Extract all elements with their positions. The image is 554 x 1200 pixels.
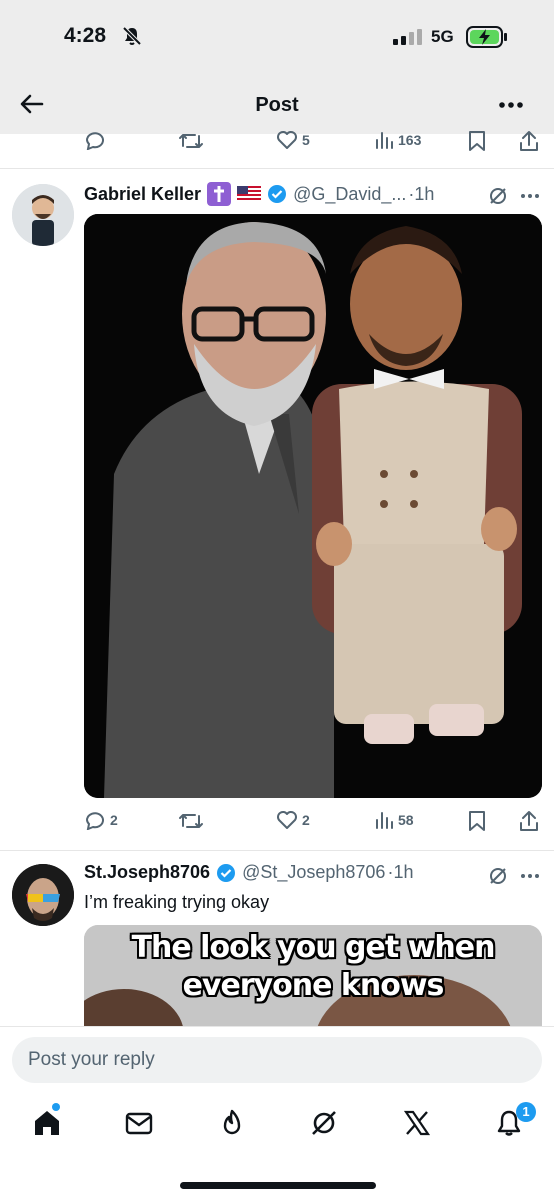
divider bbox=[0, 850, 554, 851]
divider bbox=[0, 168, 554, 169]
battery-charging-icon bbox=[466, 26, 507, 48]
post-time: ·1h bbox=[408, 183, 435, 204]
tweet-text: I’m freaking trying okay bbox=[84, 892, 270, 912]
avatar-image bbox=[12, 864, 74, 926]
repost-button[interactable] bbox=[178, 810, 204, 832]
avatar[interactable] bbox=[12, 184, 74, 246]
meme-caption-line1: The look you get when bbox=[131, 930, 496, 965]
grok-icon[interactable] bbox=[488, 186, 508, 206]
verified-badge-icon bbox=[268, 185, 287, 203]
home-new-indicator bbox=[52, 1103, 60, 1111]
post-actions: 2 2 58 bbox=[0, 810, 554, 840]
x-icon[interactable] bbox=[402, 1108, 432, 1138]
grok-icon[interactable] bbox=[488, 866, 508, 886]
reply-count: 2 bbox=[110, 812, 118, 828]
post-image[interactable] bbox=[84, 214, 542, 798]
post-image[interactable]: The look you get when everyone knows bbox=[84, 925, 542, 1035]
repost-button[interactable] bbox=[178, 130, 204, 152]
more-options-icon[interactable] bbox=[520, 193, 540, 199]
verified-badge-icon bbox=[217, 863, 236, 882]
share-icon[interactable] bbox=[518, 130, 540, 152]
status-time: 4:28 bbox=[64, 24, 107, 47]
post-image-content bbox=[84, 214, 542, 798]
share-icon[interactable] bbox=[518, 810, 540, 832]
tweet-header-actions bbox=[488, 186, 540, 206]
previous-post-actions: 5 163 bbox=[0, 128, 554, 158]
reply-input[interactable]: Post your reply bbox=[12, 1037, 542, 1083]
user-handle[interactable]: @G_David_... bbox=[293, 184, 406, 205]
like-count: 5 bbox=[302, 132, 310, 148]
repost-icon bbox=[179, 134, 203, 148]
network-type: 5G bbox=[431, 27, 454, 46]
views-button[interactable]: 58 bbox=[374, 810, 414, 830]
views-icon bbox=[376, 132, 393, 149]
signal-icon bbox=[393, 29, 422, 45]
tweet-header: Gabriel Keller @G_David_... ·1h bbox=[84, 182, 434, 206]
reply-icon bbox=[85, 812, 104, 830]
reply-button[interactable]: 2 bbox=[84, 810, 118, 830]
avatar-image bbox=[12, 184, 74, 246]
display-name[interactable]: St.Joseph8706 bbox=[84, 862, 210, 883]
views-icon bbox=[376, 812, 393, 829]
top-navigation: Post bbox=[0, 72, 554, 134]
us-flag-icon bbox=[237, 186, 262, 202]
status-bar: 4:28 5G bbox=[0, 0, 554, 72]
cross-emoji-icon bbox=[207, 182, 232, 206]
bookmark-icon[interactable] bbox=[468, 810, 486, 832]
home-indicator[interactable] bbox=[180, 1182, 376, 1189]
more-options-icon[interactable] bbox=[520, 873, 540, 879]
user-handle[interactable]: @St_Joseph8706 bbox=[242, 862, 385, 883]
flame-icon[interactable] bbox=[217, 1108, 247, 1138]
repost-icon bbox=[179, 814, 203, 828]
avatar[interactable] bbox=[12, 864, 74, 926]
meme-caption-line2: everyone knows bbox=[182, 968, 445, 1003]
page-title: Post bbox=[255, 94, 299, 116]
like-count: 2 bbox=[302, 812, 310, 828]
home-icon[interactable] bbox=[32, 1108, 62, 1138]
muted-bell-icon bbox=[122, 26, 142, 46]
tweet-header-actions bbox=[488, 866, 540, 886]
display-name[interactable]: Gabriel Keller bbox=[84, 184, 201, 205]
heart-icon bbox=[277, 131, 297, 149]
view-count: 58 bbox=[398, 812, 414, 828]
grok-icon[interactable] bbox=[309, 1108, 339, 1138]
mail-icon[interactable] bbox=[124, 1108, 154, 1138]
post-time: ·1h bbox=[387, 862, 414, 882]
like-button[interactable]: 2 bbox=[276, 810, 310, 830]
heart-icon bbox=[277, 811, 297, 829]
view-count: 163 bbox=[398, 132, 422, 148]
views-button[interactable]: 163 bbox=[374, 130, 421, 150]
more-options-icon[interactable] bbox=[498, 100, 524, 110]
bottom-tab-bar bbox=[0, 1100, 554, 1154]
bookmark-icon[interactable] bbox=[468, 130, 486, 152]
tweet-header: St.Joseph8706 @St_Joseph8706 ·1h bbox=[84, 862, 413, 883]
reply-icon bbox=[85, 132, 104, 150]
reply-button[interactable] bbox=[84, 130, 106, 150]
notification-badge: 1 bbox=[516, 1102, 536, 1122]
like-button[interactable]: 5 bbox=[276, 130, 310, 150]
